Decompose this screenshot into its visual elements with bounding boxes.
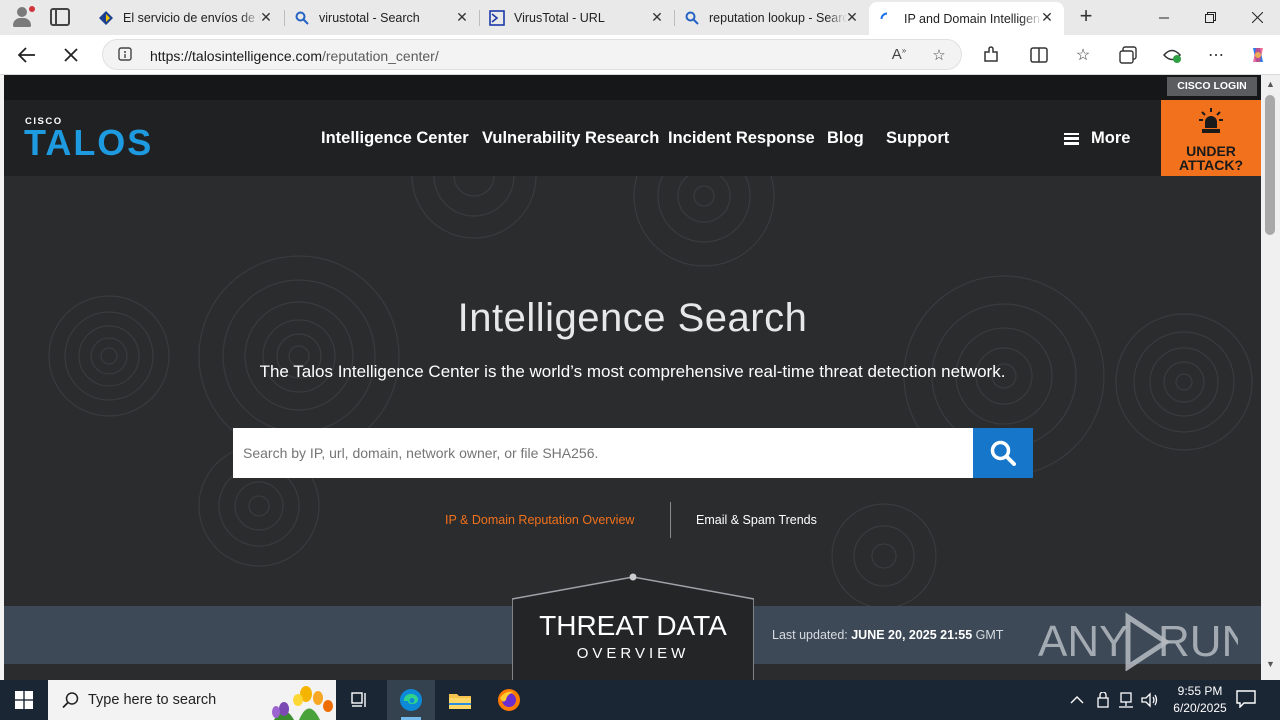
threat-data-subtitle: OVERVIEW	[576, 645, 690, 662]
site-header: CISCO TALOS Intelligence Center Vulnerab…	[4, 100, 1261, 176]
page-scrollbar[interactable]: ▲ ▼	[1261, 75, 1280, 680]
network-icon[interactable]	[1118, 680, 1134, 720]
profile-avatar-icon[interactable]	[8, 5, 36, 31]
address-bar[interactable]: https://talosintelligence.com/reputation…	[102, 39, 962, 70]
hero-title: Intelligence Search	[457, 296, 808, 340]
settings-more-icon[interactable]: ⋯	[1205, 44, 1227, 66]
favorite-star-icon[interactable]: ☆	[929, 46, 949, 64]
ip-domain-reputation-link[interactable]: IP & Domain Reputation Overview	[445, 513, 634, 527]
siren-icon	[1199, 108, 1223, 133]
close-tab-icon[interactable]: ✕	[258, 9, 274, 25]
under-attack-button[interactable]: UNDER ATTACK?	[1161, 100, 1261, 176]
windows-taskbar: Type here to search 9:55 PM 6/20/2025	[0, 680, 1280, 720]
volume-icon[interactable]	[1141, 680, 1159, 720]
minimize-icon[interactable]	[1141, 0, 1187, 35]
utility-strip: CISCO LOGIN	[4, 75, 1261, 100]
scroll-up-icon[interactable]: ▲	[1265, 79, 1276, 89]
tab-label: reputation lookup - Search	[709, 10, 847, 25]
close-window-icon[interactable]	[1234, 0, 1280, 35]
firefox-icon[interactable]	[485, 680, 533, 720]
tab-reputation-search[interactable]: reputation lookup - Search ✕	[674, 2, 869, 33]
copilot-icon[interactable]	[1247, 44, 1269, 66]
notifications-icon[interactable]	[1236, 690, 1256, 708]
link-divider	[670, 502, 671, 538]
logo-talos-text: TALOS	[24, 122, 154, 163]
close-tab-icon[interactable]: ✕	[1039, 9, 1055, 25]
tab-actions-icon[interactable]	[50, 8, 70, 26]
search-icon	[990, 440, 1016, 466]
clock-date: 6/20/2025	[1173, 701, 1227, 715]
under-attack-text: UNDER ATTACK?	[1178, 143, 1244, 173]
stop-loading-icon[interactable]	[56, 41, 86, 69]
talos-page: CISCO LOGIN CISCO TALOS Intelligence Cen…	[4, 75, 1261, 680]
scroll-down-icon[interactable]: ▼	[1265, 659, 1276, 669]
favorites-icon[interactable]: ☆	[1072, 44, 1094, 66]
close-tab-icon[interactable]: ✕	[844, 9, 860, 25]
taskbar-clock[interactable]: 9:55 PM 6/20/2025	[1160, 683, 1240, 717]
flowers-decoration-icon	[272, 686, 333, 720]
talos-logo[interactable]: CISCO TALOS	[24, 116, 151, 163]
hero-subtitle: The Talos Intelligence Center is the wor…	[259, 362, 1006, 381]
collections-icon[interactable]	[1117, 44, 1139, 66]
task-view-icon[interactable]	[336, 680, 384, 720]
split-screen-icon[interactable]	[1028, 44, 1050, 66]
restore-icon[interactable]	[1187, 0, 1233, 35]
search-icon	[294, 10, 310, 26]
ripple-background	[48, 176, 1253, 606]
cisco-login-button[interactable]: CISCO LOGIN	[1167, 77, 1257, 96]
tab-talos-active[interactable]: IP and Domain Intelligence Center ✕	[869, 2, 1064, 35]
file-explorer-icon[interactable]	[436, 680, 484, 720]
tab-label: IP and Domain Intelligence Center	[904, 11, 1042, 26]
search-submit-button[interactable]	[973, 428, 1033, 478]
read-aloud-icon[interactable]: A»	[889, 46, 909, 64]
nav-support[interactable]: Support	[886, 129, 949, 148]
taskbar-search-box[interactable]: Type here to search	[48, 680, 336, 720]
tab-virustotal-url[interactable]: VirusTotal - URL ✕	[479, 2, 674, 33]
taskbar-search-placeholder: Type here to search	[88, 692, 217, 708]
svg-text:RUN: RUN	[1158, 617, 1238, 666]
edge-taskbar-icon[interactable]	[387, 680, 435, 720]
tab-correos[interactable]: El servicio de envíos de Correos ✕	[88, 2, 283, 33]
back-arrow-icon[interactable]	[12, 41, 42, 69]
nav-blog[interactable]: Blog	[827, 129, 864, 148]
tray-security-icon[interactable]	[1096, 680, 1110, 720]
browser-toolbar: https://talosintelligence.com/reputation…	[0, 35, 1280, 75]
threat-data-title[interactable]: THREAT DATA	[512, 610, 754, 642]
hamburger-icon	[1064, 132, 1079, 145]
clock-time: 9:55 PM	[1177, 684, 1223, 698]
hero-section: Intelligence Search The Talos Intelligen…	[4, 176, 1261, 606]
loading-icon	[879, 11, 895, 27]
tray-chevron-icon[interactable]	[1070, 680, 1084, 720]
browser-tab-bar: El servicio de envíos de Correos ✕ virus…	[0, 0, 1280, 35]
site-info-icon[interactable]	[118, 47, 132, 61]
more-menu-button[interactable]: More	[1064, 129, 1130, 148]
correos-icon	[98, 10, 114, 26]
tab-label: VirusTotal - URL	[514, 10, 605, 25]
more-label: More	[1091, 129, 1131, 147]
scrollbar-thumb[interactable]	[1265, 95, 1275, 235]
new-tab-icon[interactable]: +	[1076, 5, 1096, 27]
anyrun-watermark: ANY RUN	[1038, 612, 1238, 671]
close-tab-icon[interactable]: ✕	[454, 9, 470, 25]
last-updated-text: Last updated: JUNE 20, 2025 21:55 GMT	[772, 628, 1004, 642]
url-text: https://talosintelligence.com/reputation…	[150, 48, 439, 64]
windows-start-icon[interactable]	[0, 680, 48, 720]
virustotal-icon	[489, 9, 505, 26]
nav-incident-response[interactable]: Incident Response	[668, 129, 815, 148]
email-spam-trends-link[interactable]: Email & Spam Trends	[696, 513, 817, 527]
intelligence-search-input[interactable]	[233, 428, 973, 478]
svg-text:ANY: ANY	[1038, 617, 1128, 666]
search-icon	[62, 692, 79, 709]
browser-essentials-icon[interactable]	[1161, 44, 1183, 66]
search-icon	[684, 10, 700, 26]
tab-label: virustotal - Search	[319, 10, 420, 25]
nav-vulnerability-research[interactable]: Vulnerability Research	[482, 129, 659, 148]
tab-label: El servicio de envíos de Correos	[123, 10, 261, 25]
tab-virustotal-search[interactable]: virustotal - Search ✕	[284, 2, 479, 33]
extensions-icon[interactable]	[980, 44, 1002, 66]
close-tab-icon[interactable]: ✕	[649, 9, 665, 25]
nav-intelligence-center[interactable]: Intelligence Center	[321, 129, 469, 148]
